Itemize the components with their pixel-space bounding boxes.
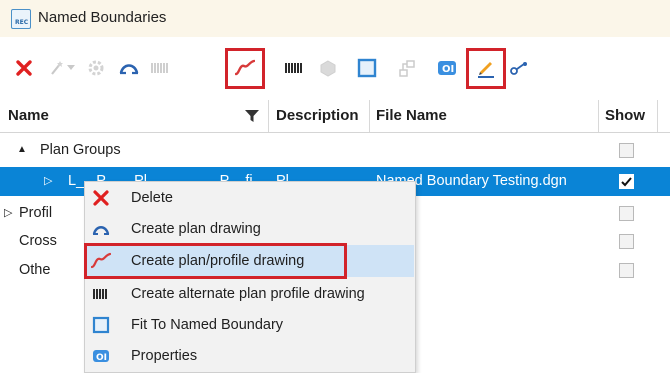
table-header: Name Description File Name Show [0,100,670,133]
fit-boundary-icon [91,315,111,335]
menu-item-create-plan-drawing[interactable]: Create plan drawing [84,213,414,245]
alternate-plan-profile-icon[interactable] [284,58,304,78]
expand-arrow-icon[interactable]: ▷ [44,167,52,195]
dropdown-arrow-icon[interactable] [66,58,76,78]
wand-icon[interactable] [47,58,67,78]
plan-profile-curve-icon[interactable] [235,58,255,78]
menu-item-fit-to-named-boundary[interactable]: Fit To Named Boundary [84,309,414,341]
menu-item-highlight [84,243,347,279]
expand-arrow-icon[interactable]: ▷ [4,199,12,227]
column-header-show[interactable]: Show [605,100,645,132]
menu-item-properties[interactable]: OI Properties [84,340,414,372]
column-header-file-name[interactable]: File Name [376,100,447,132]
tree-row-label: Profil [19,205,53,221]
cube-icon[interactable] [318,58,338,78]
menu-item-label: Properties [131,348,198,364]
menu-item-label: Delete [131,190,173,206]
show-checkbox[interactable] [619,234,634,249]
alternate-plan-profile-icon [91,284,111,304]
show-checkbox-checked[interactable] [619,174,634,189]
collapse-arrow-icon[interactable]: ▲ [17,136,27,164]
filter-icon[interactable] [245,109,259,127]
svg-text:OI: OI [96,353,107,363]
tree-row-label: Plan Groups [40,142,121,158]
hierarchy-icon[interactable] [397,58,417,78]
column-header-description[interactable]: Description [276,100,359,132]
tree-row-label: Othe [19,262,51,278]
fit-boundary-icon[interactable] [357,58,377,78]
svg-text:OI: OI [442,64,454,75]
tree-row[interactable]: ▲ Plan Groups [0,136,670,164]
gear-icon[interactable] [86,58,106,78]
window-title: Named Boundaries [38,9,167,26]
column-header-name[interactable]: Name [8,100,49,132]
menu-item-label: Create plan drawing [131,221,261,237]
show-checkbox[interactable] [619,263,634,278]
named-boundaries-rec-icon: REC [11,9,31,29]
show-checkbox[interactable] [619,143,634,158]
plan-drawing-icon [91,219,111,239]
menu-item-delete[interactable]: Delete [84,182,414,214]
menu-item-create-alternate-plan-profile[interactable]: Create alternate plan profile drawing [84,278,414,310]
menu-item-label: Fit To Named Boundary [131,317,284,333]
delete-x-icon [91,188,111,208]
alternate-bars-icon[interactable] [150,58,170,78]
delete-x-icon[interactable] [14,58,34,78]
properties-icon: OI [91,346,111,366]
tree-row-label: Cross [19,233,57,249]
plan-drawing-icon[interactable] [119,58,139,78]
pencil-icon[interactable] [476,58,496,78]
menu-item-label: Create alternate plan profile drawing [131,286,365,302]
link-icon[interactable] [509,58,529,78]
properties-icon[interactable]: OI [437,58,457,78]
show-checkbox[interactable] [619,206,634,221]
